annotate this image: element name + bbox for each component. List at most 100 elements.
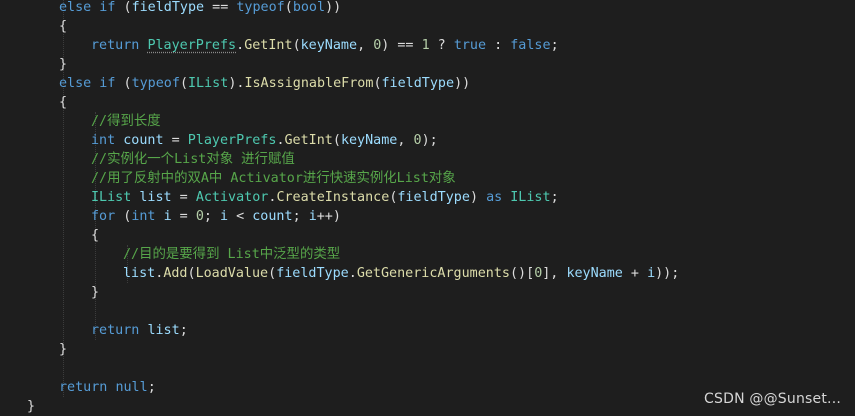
code-token: else if: [59, 0, 116, 15]
code-token: null: [115, 380, 148, 395]
code-token: PlayerPrefs: [147, 38, 237, 53]
code-token: int: [91, 133, 116, 148]
code-token: typeof: [131, 76, 180, 91]
code-token: typeof: [236, 0, 285, 15]
code-token: =: [163, 133, 188, 148]
code-token: list: [147, 323, 180, 338]
code-token: fieldType: [397, 190, 470, 205]
code-token: }: [59, 57, 68, 72]
code-token: GetInt: [244, 38, 293, 53]
code-token: (: [187, 266, 196, 281]
csdn-watermark: CSDN @@Sunset...: [704, 391, 841, 407]
code-token: ;: [292, 209, 309, 224]
code-token: //实例化一个List对象 进行赋值: [91, 152, 295, 167]
code-token: keyName: [566, 266, 623, 281]
code-line[interactable]: }: [27, 397, 35, 416]
code-line[interactable]: IList list = Activator.CreateInstance(fi…: [91, 188, 559, 207]
code-token: ==: [204, 0, 237, 15]
code-token: (: [115, 209, 132, 224]
code-token: ;: [179, 323, 188, 338]
code-line[interactable]: for (int i = 0; i < count; i++): [91, 207, 341, 226]
code-line[interactable]: else if (typeof(IList).IsAssignableFrom(…: [59, 74, 470, 93]
code-line[interactable]: {: [91, 226, 99, 245]
code-token: i: [163, 209, 172, 224]
code-token: {: [59, 95, 68, 110]
code-token: (: [292, 38, 301, 53]
code-line[interactable]: return PlayerPrefs.GetInt(keyName, 0) ==…: [91, 36, 559, 55]
code-token: return: [59, 380, 108, 395]
code-token: 0: [195, 209, 204, 224]
code-token: i: [647, 266, 656, 281]
code-token: ,: [357, 38, 374, 53]
code-token: keyName: [340, 133, 398, 148]
code-line[interactable]: //得到长度: [91, 112, 161, 131]
code-token: keyName: [300, 38, 358, 53]
code-token: //得到长度: [91, 114, 161, 129]
code-token: int: [131, 209, 156, 224]
code-token: CreateInstance: [276, 190, 390, 205]
code-line[interactable]: int count = PlayerPrefs.GetInt(keyName, …: [91, 131, 438, 150]
code-token: {: [59, 19, 68, 34]
code-token: i: [308, 209, 317, 224]
code-token: (: [268, 266, 277, 281]
code-token: false: [510, 38, 551, 53]
code-token: ): [469, 190, 487, 205]
code-line[interactable]: {: [59, 93, 67, 112]
code-token: IList: [188, 76, 229, 91]
code-line[interactable]: }: [91, 283, 99, 302]
code-token: =: [171, 209, 196, 224]
code-line[interactable]: list.Add(LoadValue(fieldType.GetGenericA…: [123, 264, 679, 283]
code-token: else if: [59, 76, 116, 91]
code-line[interactable]: {: [59, 17, 67, 36]
code-line[interactable]: else if (fieldType == typeof(bool)): [59, 0, 341, 17]
code-token: true: [453, 38, 487, 53]
code-token: list: [123, 266, 156, 281]
code-token: //目的是要得到 List中泛型的类型: [123, 247, 341, 262]
code-token: }: [59, 342, 68, 357]
code-token: ++): [316, 209, 341, 224]
code-token: count: [123, 133, 164, 148]
code-token: fieldType: [276, 266, 349, 281]
code-token: GetGenericArguments: [356, 266, 510, 281]
code-token: .: [348, 266, 357, 281]
code-token: ,: [397, 133, 414, 148]
code-token: IList: [91, 190, 132, 205]
code-token: for: [91, 209, 116, 224]
code-token: PlayerPrefs: [187, 133, 277, 148]
code-token: }: [27, 399, 36, 414]
code-line[interactable]: //实例化一个List对象 进行赋值: [91, 150, 295, 169]
code-token: ;: [550, 38, 559, 53]
code-token: LoadValue: [195, 266, 269, 281]
code-token: )): [325, 0, 342, 15]
code-token: return: [91, 38, 140, 53]
code-line[interactable]: //目的是要得到 List中泛型的类型: [123, 245, 340, 264]
code-token: ;: [203, 209, 220, 224]
code-token: return: [91, 323, 140, 338]
code-token: bool: [292, 0, 326, 15]
code-token: =: [171, 190, 196, 205]
code-token: .: [236, 38, 245, 53]
code-token: ;: [147, 380, 156, 395]
code-line[interactable]: }: [59, 340, 67, 359]
code-token: ));: [655, 266, 680, 281]
code-line[interactable]: }: [59, 55, 67, 74]
code-token: .: [276, 133, 285, 148]
code-token: ).: [228, 76, 245, 91]
code-line[interactable]: return list;: [91, 321, 188, 340]
code-line[interactable]: return null;: [59, 378, 156, 397]
code-token: }: [91, 285, 100, 300]
code-line[interactable]: //用了反射中的双A中 Activator进行快速实例化List对象: [91, 169, 456, 188]
code-token: (: [179, 76, 188, 91]
code-token: Add: [163, 266, 188, 281]
code-token: IList: [510, 190, 551, 205]
code-token: (: [115, 0, 132, 15]
code-token: GetInt: [284, 133, 333, 148]
code-token: ()[: [510, 266, 535, 281]
code-token: ;: [550, 190, 559, 205]
code-token: (: [373, 76, 382, 91]
code-editor[interactable]: else if (fieldType == typeof(bool)){retu…: [0, 0, 855, 415]
code-token: 0: [413, 133, 422, 148]
code-token: fieldType: [131, 0, 205, 15]
code-token: as: [486, 190, 503, 205]
